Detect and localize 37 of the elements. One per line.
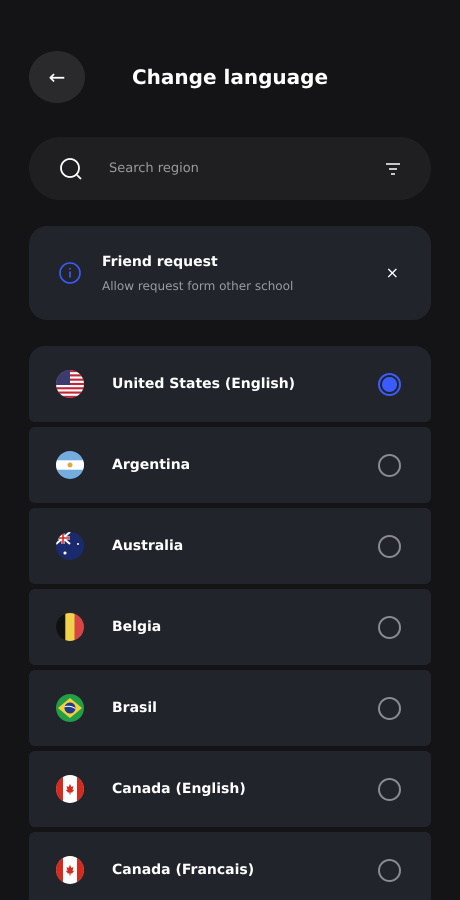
region-name: Australia <box>112 536 184 556</box>
region-item[interactable]: Belgia <box>29 589 431 665</box>
flag-icon <box>56 532 84 560</box>
flag-icon <box>56 451 84 479</box>
notice-title: Friend request <box>102 252 219 272</box>
radio-button[interactable] <box>378 778 401 800</box>
close-button[interactable]: × <box>384 265 401 281</box>
radio-button[interactable] <box>378 616 401 638</box>
search-field[interactable]: Search region <box>107 158 385 180</box>
region-name: Brasil <box>112 698 158 718</box>
region-item[interactable]: Australia <box>29 508 431 584</box>
back-button[interactable]: ← <box>29 51 85 103</box>
filter-icon[interactable] <box>385 162 401 174</box>
notice-message: Allow request form other school <box>102 278 294 294</box>
region-item[interactable]: United States (English) <box>29 346 431 422</box>
flag-icon <box>56 613 84 641</box>
flag-icon <box>56 694 84 722</box>
flag-icon <box>56 775 84 803</box>
region-name: Belgia <box>112 618 162 636</box>
region-item[interactable]: Brasil <box>29 670 431 746</box>
region-item[interactable]: Canada (English) <box>29 751 431 827</box>
radio-button[interactable] <box>378 372 401 396</box>
info-icon <box>59 262 81 284</box>
region-name: Canada (English) <box>112 780 247 798</box>
radio-button[interactable] <box>378 534 401 558</box>
region-name: Canada (Francais) <box>112 860 256 880</box>
page-title: Change language <box>132 65 328 89</box>
flag-icon <box>56 856 84 884</box>
radio-button[interactable] <box>378 858 401 882</box>
flag-icon <box>56 370 84 398</box>
radio-button[interactable] <box>378 454 401 476</box>
region-item[interactable]: Canada (Francais) <box>29 832 431 900</box>
radio-button[interactable] <box>378 696 401 720</box>
search-icon <box>59 156 83 180</box>
region-item[interactable]: Argentina <box>29 427 431 503</box>
region-name: United States (English) <box>112 374 296 394</box>
region-name: Argentina <box>112 456 192 474</box>
